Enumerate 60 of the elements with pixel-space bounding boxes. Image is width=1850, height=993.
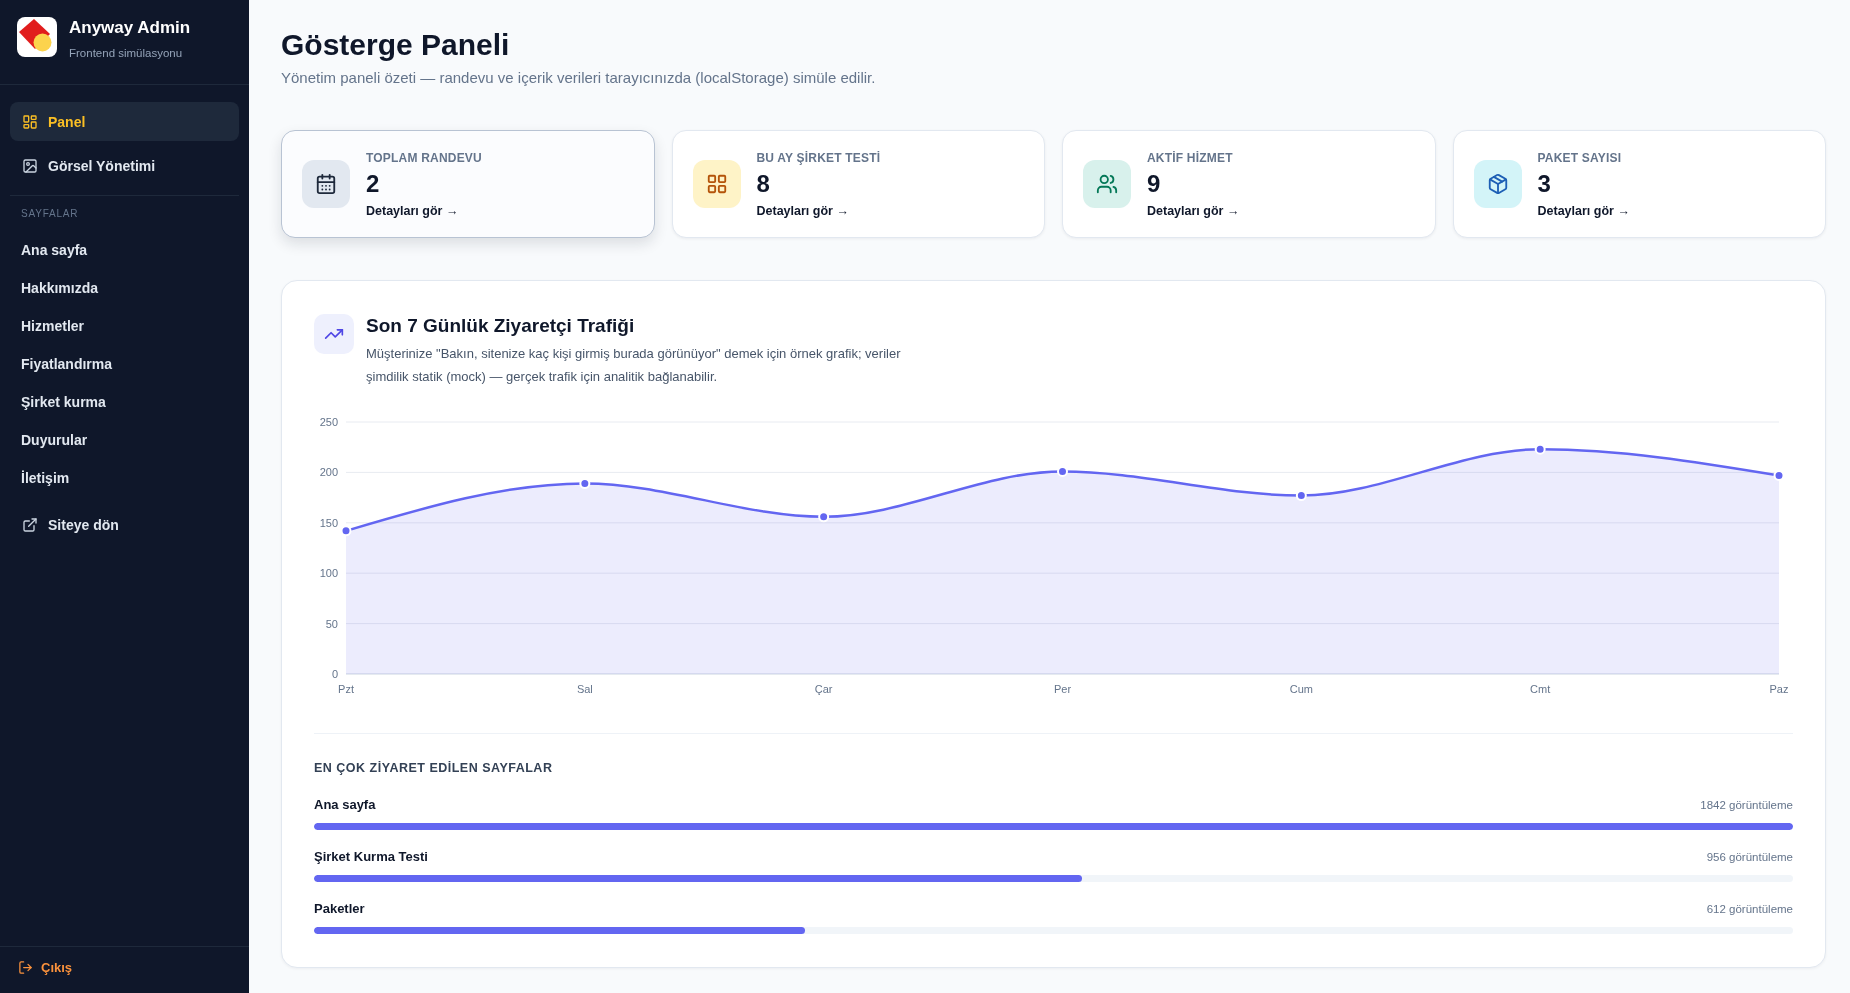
nav-item[interactable]: Hizmetler [10,307,239,345]
stat-value: 9 [1147,168,1162,199]
users-icon [1083,160,1131,208]
nav-item[interactable]: İletişim [10,459,239,497]
stat-value: 2 [366,168,381,199]
axis-label: Paz [1769,683,1789,695]
axis-label: 0 [331,668,338,680]
stat-value: 8 [756,168,771,199]
stat-label: TOPLAM RANDEVU [366,149,482,166]
panel-title: Son 7 Günlük Ziyaretçi Trafiği [366,314,636,338]
brand-logo [17,17,57,57]
page-name: Ana sayfa [314,797,376,813]
axis-label: Per [1053,683,1072,695]
grid-icon [692,160,741,208]
nav-item[interactable]: Ana sayfa [10,231,239,269]
nav-item[interactable]: Şirket kurma [10,383,239,421]
nav-item[interactable]: Panel [10,102,239,141]
stat-label: BU AY ŞİRKET TESTİ [756,149,881,166]
view-count: 612 görüntüleme [1706,902,1793,917]
section-heading: EN ÇOK ZİYARET EDİLEN SAYFALAR [314,760,554,776]
logout-icon [18,960,33,975]
page-name: Şirket Kurma Testi [314,849,428,865]
page-name: Paketler [314,901,365,917]
details-link[interactable]: Detayları gör → [756,202,881,219]
stat-value: 3 [1537,168,1552,199]
stat-label: AKTİF HİZMET [1147,149,1234,166]
axis-label: 250 [319,416,338,428]
nav-item[interactable]: Duyurular [10,421,239,459]
external-link-icon [22,516,38,533]
panel-description: Müşterinize "Bakın, sitenize kaç kişi girmiş burada görünüyor" demek için örnek grafik; veriler şimdilik statik (mock) — gerçek trafik için analitik bağlanabilir. [366,345,902,386]
brand-subtitle: Frontend simülasyonu [69,46,184,61]
stat-label: PAKET SAYISI [1537,149,1623,166]
logout-link[interactable]: Çıkış [18,958,73,977]
nav-item[interactable]: Fiyatlandırma [10,345,239,383]
calendar-icon [302,160,350,208]
dashboard-icon [22,113,38,130]
axis-label: Sal [576,683,593,695]
details-link[interactable]: Detayları gör → [1147,202,1240,219]
axis-label: 200 [319,466,338,479]
axis-label: Cum [1289,683,1313,695]
trending-up-icon [314,314,354,354]
view-count: 956 görüntüleme [1706,850,1793,865]
details-link[interactable]: Detayları gör → [1537,202,1630,219]
back-to-site-link[interactable]: Siteye dön [10,505,131,544]
axis-label: Çar [814,683,833,695]
section-heading: SAYFALAR [20,207,80,220]
view-count: 1842 görüntüleme [1700,798,1793,813]
details-link[interactable]: Detayları gör → [366,202,482,219]
axis-label: 100 [319,567,338,580]
page-title: Gösterge Paneli [281,27,511,63]
axis-label: 150 [319,516,338,529]
axis-label: 50 [325,617,338,630]
nav-item[interactable]: Görsel Yönetimi [10,146,239,185]
image-icon [22,157,38,174]
axis-label: Cmt [1530,683,1551,695]
box-icon [1473,160,1522,208]
brand-title: Anyway Admin [69,17,191,39]
page-subtitle: Yönetim paneli özeti — randevu ve içerik verileri tarayıcınızda (localStorage) simüle edilir. [281,68,877,88]
axis-label: Pzt [338,683,354,695]
nav-item[interactable]: Hakkımızda [10,269,239,307]
